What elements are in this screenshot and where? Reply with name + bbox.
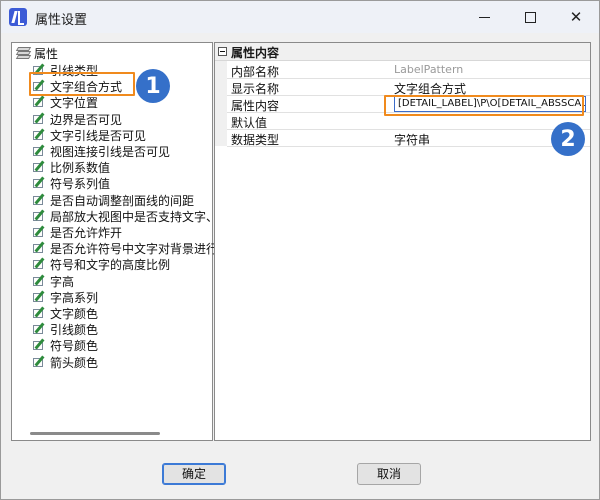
grid-row-display-name[interactable]: 显示名称 文字组合方式 (227, 79, 590, 96)
property-leaf-icon (32, 290, 47, 304)
tree-item[interactable]: 是否允许符号中文字对背景进行遮 (32, 241, 230, 257)
maximize-icon (524, 11, 536, 23)
tree-item-label: 比例系数值 (50, 161, 111, 176)
tree-item[interactable]: 符号和文字的高度比例 (32, 257, 170, 273)
tree-item[interactable]: 是否允许炸开 (32, 225, 122, 241)
tree-item-label: 字高 (50, 274, 75, 289)
tree-item[interactable]: 字高系列 (32, 290, 98, 306)
step-marker-2: 2 (551, 122, 585, 156)
grid-gutter (215, 61, 227, 146)
tree-item[interactable]: 边界是否可见 (32, 112, 122, 128)
grid-row-data-type[interactable]: 数据类型 字符串 (227, 130, 590, 147)
property-leaf-icon (32, 209, 47, 223)
property-leaf-icon (32, 193, 47, 207)
tree-item[interactable]: 字高 (32, 274, 74, 290)
highlight-selected-tree-item (29, 72, 135, 96)
grid-row-key: 属性内容 (231, 99, 280, 113)
tree-item-label: 文字引线是否可见 (50, 128, 147, 143)
tree-item[interactable]: 文字颜色 (32, 306, 98, 322)
property-settings-dialog: 属性设置 ✕ 属性 引线类型 文字组合方式 文字位置 边界是否可见 文字引线是否可见 视图… (0, 0, 600, 500)
tree-item[interactable]: 引线颜色 (32, 322, 98, 338)
step-marker-1: 1 (136, 69, 170, 103)
tree-item[interactable]: 是否自动调整剖面线的间距 (32, 193, 194, 209)
tree-item-label: 符号系列值 (50, 177, 111, 192)
tree-item-label: 局部放大视图中是否支持文字、属 (50, 209, 231, 224)
tree-item-label: 字高系列 (50, 290, 99, 305)
property-leaf-icon (32, 338, 47, 352)
property-leaf-icon (32, 241, 47, 255)
property-leaf-icon (32, 306, 47, 320)
tree-item-label: 是否允许炸开 (50, 226, 123, 240)
tree-item[interactable]: 比例系数值 (32, 160, 110, 176)
collapse-icon[interactable] (218, 47, 227, 56)
tree-item-label: 引线颜色 (50, 323, 99, 338)
tree-item[interactable]: 符号系列值 (32, 176, 110, 192)
property-leaf-icon (32, 112, 47, 126)
tree-item-label: 边界是否可见 (50, 112, 123, 127)
window-title: 属性设置 (35, 13, 88, 28)
grid-row-internal-name[interactable]: 内部名称 LabelPattern (227, 62, 590, 79)
property-tree[interactable]: 属性 引线类型 文字组合方式 文字位置 边界是否可见 文字引线是否可见 视图连接引线是否可… (11, 42, 230, 441)
tree-item-label: 是否允许符号中文字对背景进行遮 (50, 242, 231, 257)
tree-item[interactable]: 文字位置 (32, 95, 98, 111)
property-leaf-icon (32, 257, 47, 271)
grid-section-title: 属性内容 (231, 46, 280, 60)
maximize-button[interactable] (507, 1, 553, 33)
grid-row-key: 内部名称 (231, 65, 280, 79)
property-leaf-icon (32, 95, 47, 109)
tree-root-properties[interactable]: 属性 (15, 46, 59, 62)
tree-item-label: 视图连接引线是否可见 (50, 145, 171, 159)
tree-item-label: 箭头颜色 (50, 355, 99, 370)
property-leaf-icon (32, 144, 47, 158)
tree-root-label: 属性 (34, 47, 59, 61)
tree-item[interactable]: 视图连接引线是否可见 (32, 144, 170, 160)
app-logo-icon (9, 8, 27, 26)
tree-item[interactable]: 局部放大视图中是否支持文字、属 (32, 209, 230, 225)
property-leaf-icon (32, 225, 47, 239)
property-leaf-icon (32, 274, 47, 288)
tree-item-label: 是否自动调整剖面线的间距 (50, 193, 195, 208)
tree-item-label: 文字位置 (50, 96, 99, 111)
grid-row-value: LabelPattern (394, 63, 464, 76)
tree-horizontal-scrollbar[interactable] (30, 432, 160, 435)
tree-item-label: 符号和文字的高度比例 (50, 258, 171, 273)
highlight-property-content (384, 95, 584, 116)
cancel-button[interactable]: 取消 (357, 463, 421, 485)
minimize-button[interactable] (461, 1, 507, 33)
close-icon: ✕ (569, 8, 583, 26)
property-leaf-icon (32, 322, 47, 336)
grid-row-key: 显示名称 (231, 82, 280, 96)
minimize-icon (478, 16, 490, 18)
tree-item[interactable]: 箭头颜色 (32, 355, 98, 371)
tree-item-label: 文字颜色 (50, 307, 99, 321)
tree-item-label: 符号颜色 (50, 339, 99, 354)
grid-row-key: 数据类型 (231, 133, 280, 147)
property-leaf-icon (32, 128, 47, 142)
title-bar: 属性设置 ✕ (1, 1, 599, 33)
close-button[interactable]: ✕ (553, 1, 599, 33)
property-leaf-icon (32, 355, 47, 369)
grid-section-header[interactable]: 属性内容 (215, 43, 590, 61)
layers-icon (15, 46, 32, 60)
property-leaf-icon (32, 176, 47, 190)
property-leaf-icon (32, 160, 47, 174)
tree-item[interactable]: 符号颜色 (32, 338, 98, 354)
tree-item[interactable]: 文字引线是否可见 (32, 128, 146, 144)
grid-row-key: 默认值 (231, 116, 268, 130)
grid-row-value: 字符串 (394, 133, 431, 147)
ok-button[interactable]: 确定 (162, 463, 226, 485)
